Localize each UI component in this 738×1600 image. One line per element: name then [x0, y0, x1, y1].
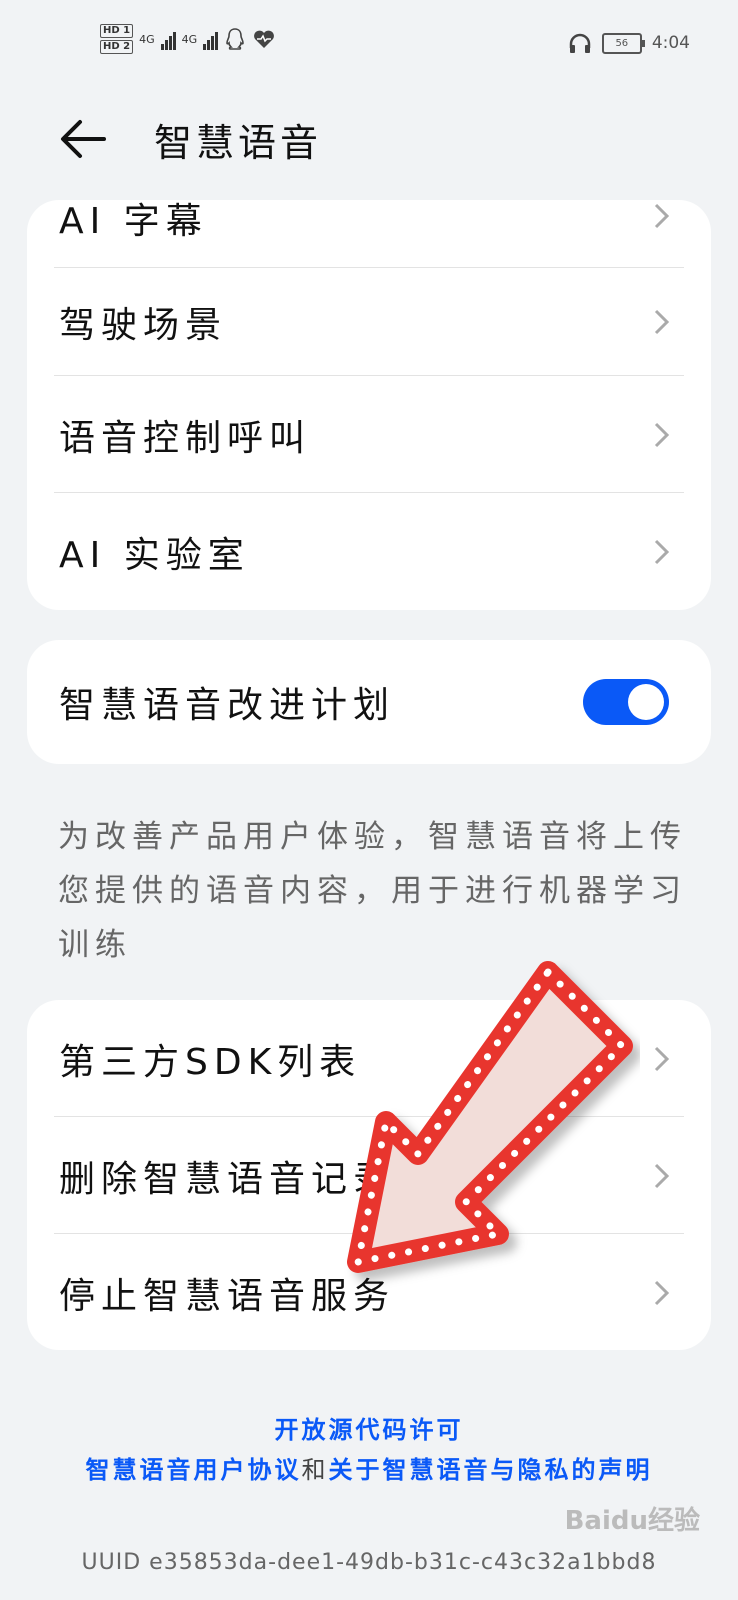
row-label: 删除智慧语音记录 [59, 1158, 396, 1200]
improvement-toggle[interactable] [583, 679, 669, 725]
row-label: 停止智慧语音服务 [59, 1275, 396, 1317]
privacy-statement-link[interactable]: 关于智慧语音与隐私的声明 [329, 1456, 653, 1484]
row-label: AI 字幕 [59, 201, 208, 242]
status-right: 56 4:04 [568, 32, 690, 54]
clock: 4:04 [651, 33, 690, 53]
row-label: 第三方SDK列表 [59, 1041, 362, 1083]
headphones-icon [569, 33, 591, 53]
toggle-knob [628, 684, 664, 720]
baidu-watermark: Baidu经验 [564, 1506, 700, 1536]
settings-group-2: 第三方SDK列表 删除智慧语音记录 停止智慧语音服务 [27, 1000, 711, 1350]
sim1-badge: HD 1 [100, 24, 134, 38]
qq-icon [226, 28, 244, 50]
uuid-text: UUID e35853da-dee1-49db-b31c-c43c32a1bbd… [81, 1550, 657, 1575]
page-title: 智慧语音 [154, 121, 323, 165]
open-source-license-link[interactable]: 开放源代码许可 [0, 1410, 738, 1445]
settings-row-driving[interactable]: 驾驶场景 [27, 268, 711, 376]
heart-icon [254, 30, 275, 48]
chevron-right-icon [654, 203, 670, 229]
agreement-conjunction: 和 [301, 1456, 329, 1484]
network2-label: 4G [181, 32, 198, 46]
app-header: 智慧语音 [0, 96, 738, 186]
chevron-right-icon [654, 1163, 670, 1188]
chevron-right-icon [654, 1046, 670, 1071]
settings-row-stop-service[interactable]: 停止智慧语音服务 [27, 1234, 711, 1351]
chevron-right-icon [654, 539, 670, 564]
chevron-right-icon [654, 309, 670, 335]
network1-label: 4G [139, 32, 155, 46]
settings-row-improvement: 智慧语音改进计划 [27, 640, 711, 764]
settings-row-voice-call[interactable]: 语音控制呼叫 [27, 376, 711, 493]
row-label: 智慧语音改进计划 [59, 685, 396, 726]
battery-icon: 56 [601, 32, 645, 54]
row-label: 语音控制呼叫 [59, 417, 312, 459]
sim2-badge: HD 2 [100, 40, 134, 54]
back-arrow-icon[interactable] [56, 114, 112, 164]
settings-group-1: AI 字幕 驾驶场景 语音控制呼叫 AI 实验室 [27, 200, 711, 610]
settings-row-delete-records[interactable]: 删除智慧语音记录 [27, 1117, 711, 1234]
signal-icon [203, 28, 219, 50]
agreement-line: 智慧语音用户协议和关于智慧语音与隐私的声明 [0, 1450, 738, 1490]
status-bar: HD 1 HD 2 4G 4G 56 4:04 [0, 0, 738, 90]
chevron-right-icon [654, 422, 670, 447]
chevron-right-icon [654, 1280, 670, 1305]
improvement-card: 智慧语音改进计划 [27, 640, 711, 764]
signal-icon [160, 28, 176, 50]
user-agreement-link[interactable]: 智慧语音用户协议 [86, 1456, 302, 1484]
settings-row-ai-subtitles[interactable]: AI 字幕 [27, 200, 711, 268]
row-label: AI 实验室 [59, 534, 250, 576]
settings-row-third-party-sdk[interactable]: 第三方SDK列表 [27, 1000, 711, 1117]
sim-badges: HD 1 HD 2 [100, 24, 134, 54]
status-left: HD 1 HD 2 4G 4G [100, 24, 276, 54]
row-label: 驾驶场景 [59, 305, 228, 346]
improvement-description: 为改善产品用户体验，智慧语音将上传您提供的语音内容，用于进行机器学习训练 [58, 819, 687, 963]
settings-row-ai-lab[interactable]: AI 实验室 [27, 493, 711, 610]
